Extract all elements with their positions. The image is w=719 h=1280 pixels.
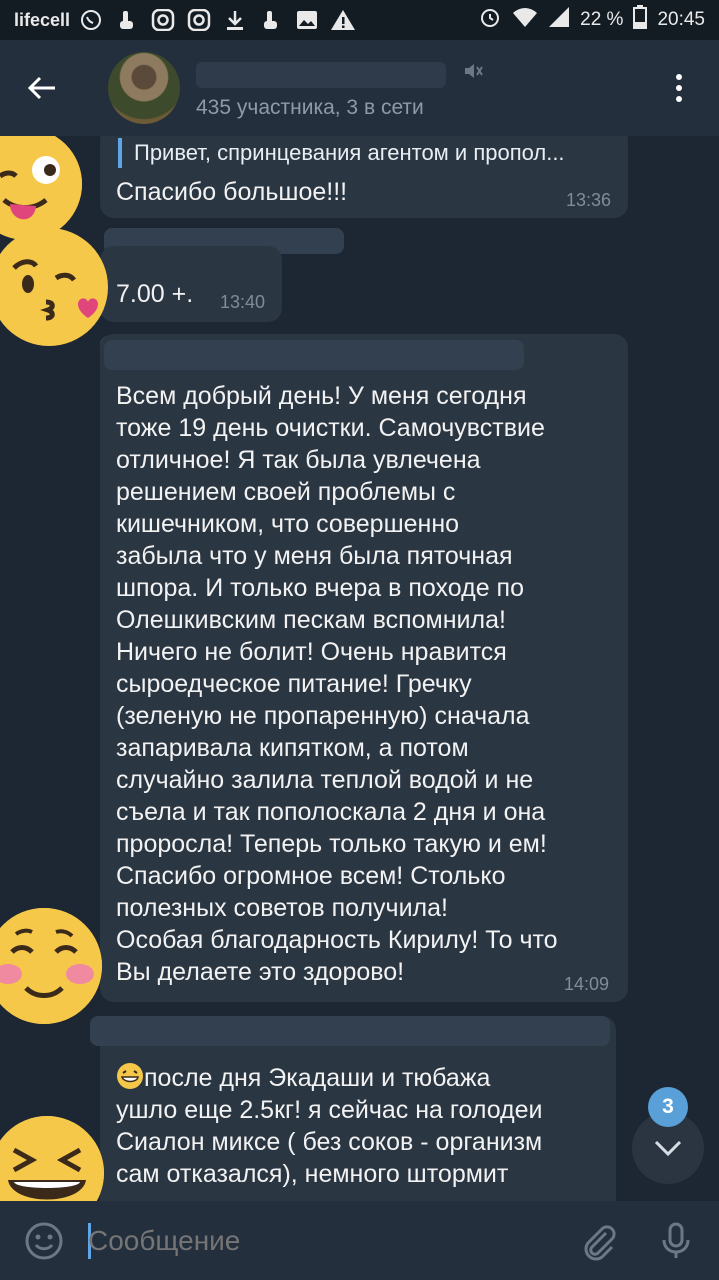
message-line: проросла! Теперь только такую и ем! bbox=[116, 830, 547, 858]
message-text: Спасибо большое!!! bbox=[116, 178, 348, 206]
message-time: 14:09 bbox=[564, 974, 610, 994]
attach-button[interactable] bbox=[576, 1219, 620, 1263]
instagram-icon-2 bbox=[186, 8, 212, 32]
reply-quote-text: Привет, спринцевания агентом и пропол... bbox=[134, 140, 565, 165]
message-line: забыла что у меня была пяточная bbox=[116, 542, 513, 570]
message-line: Спасибо огромное всем! Столько bbox=[116, 862, 506, 890]
message-line: Олешкивским пескам вспомнила! bbox=[116, 606, 506, 634]
message-line: Ничего не болит! Очень нравится bbox=[116, 638, 507, 666]
message-line: решением своей проблемы с bbox=[116, 478, 456, 506]
message-line: отличное! Я так была увлечена bbox=[116, 446, 481, 474]
mute-icon bbox=[462, 60, 484, 82]
chat-header: 435 участника, 3 в сети bbox=[0, 40, 719, 136]
message-line: полезных советов получила! bbox=[116, 894, 448, 922]
message-line: съела и так пополоскала 2 дня и она bbox=[116, 798, 546, 826]
grinning-emoji-icon bbox=[116, 1062, 144, 1090]
message-text: 7.00 +. bbox=[116, 280, 194, 308]
message-line: тоже 19 день очистки. Самочувствие bbox=[116, 414, 545, 442]
message-line: Сиалон миксе ( без соков - организм bbox=[116, 1128, 543, 1156]
message-line: шпора. И только вчера в походе по bbox=[116, 574, 524, 602]
more-dot-icon bbox=[676, 74, 682, 80]
message-line: после дня Экадаши и тюбажа bbox=[116, 1062, 616, 1094]
message-time: 13:36 bbox=[566, 190, 612, 210]
message-line-text: после дня Экадаши и тюбажа bbox=[144, 1064, 491, 1092]
unread-count-badge: 3 bbox=[648, 1087, 688, 1127]
wifi-icon bbox=[512, 6, 538, 34]
alarm-icon bbox=[478, 5, 502, 35]
chevron-down-icon bbox=[654, 1140, 682, 1157]
touch-icon-2 bbox=[258, 9, 284, 31]
sender-avatar-emoji[interactable] bbox=[0, 228, 108, 346]
sender-name-redacted bbox=[104, 340, 524, 370]
back-arrow-icon bbox=[27, 76, 55, 100]
message-input-bar bbox=[0, 1201, 719, 1280]
voice-record-button[interactable] bbox=[654, 1219, 698, 1263]
paperclip-icon bbox=[584, 1225, 616, 1261]
carrier-name: lifecell bbox=[14, 9, 71, 30]
reply-quote-bar bbox=[118, 138, 122, 168]
sender-avatar-emoji[interactable] bbox=[0, 908, 102, 1024]
blushing-smile-emoji-icon bbox=[0, 908, 102, 1024]
message-line: Всем добрый день! У меня сегодня bbox=[116, 382, 527, 410]
more-dot-icon bbox=[676, 96, 682, 102]
message-line: Вы делаете это здорово! bbox=[116, 958, 405, 986]
battery-percent: 22 % bbox=[580, 9, 624, 30]
message-list[interactable]: Привет, спринцевания агентом и пропол...… bbox=[0, 136, 719, 1201]
back-button[interactable] bbox=[22, 68, 62, 108]
message-line: сам отказался), немного штормит bbox=[116, 1160, 509, 1188]
battery-icon bbox=[633, 5, 648, 35]
sender-avatar-emoji[interactable] bbox=[0, 1116, 104, 1201]
kiss-wink-emoji-icon bbox=[0, 229, 107, 345]
message-line: (зеленую не пропаренную) сначала bbox=[116, 702, 530, 730]
instagram-icon bbox=[150, 8, 176, 32]
signal-icon bbox=[548, 6, 570, 34]
message-text-block: Всем добрый день! У меня сегодня тоже 19… bbox=[116, 380, 616, 988]
group-avatar[interactable] bbox=[108, 52, 180, 124]
more-menu-button[interactable] bbox=[666, 68, 692, 108]
microphone-icon bbox=[662, 1222, 690, 1258]
warning-icon bbox=[330, 9, 356, 31]
gallery-icon bbox=[294, 9, 320, 31]
more-dot-icon bbox=[676, 85, 682, 91]
message-time: 13:40 bbox=[220, 292, 266, 312]
emoji-button[interactable] bbox=[22, 1219, 66, 1263]
message-line: сыроедческое питание! Гречку bbox=[116, 670, 472, 698]
sender-avatar-emoji[interactable] bbox=[0, 136, 82, 240]
message-line: ушло еще 2.5кг! я сейчас на голодеи bbox=[116, 1096, 543, 1124]
group-title-redacted[interactable] bbox=[196, 62, 446, 88]
clock-time: 20:45 bbox=[657, 9, 705, 30]
message-line: кишечником, что совершенно bbox=[116, 510, 460, 538]
message-text-block: после дня Экадаши и тюбажа ушло еще 2.5к… bbox=[116, 1062, 616, 1190]
tongue-wink-emoji-icon bbox=[0, 136, 82, 240]
message-line: Особая благодарность Кирилу! То что bbox=[116, 926, 558, 954]
status-bar: lifecell 22 % 20:45 bbox=[0, 0, 719, 40]
touch-icon bbox=[114, 9, 140, 31]
laughing-emoji-icon bbox=[0, 1116, 104, 1201]
viber-icon bbox=[78, 9, 104, 31]
sender-name-redacted bbox=[90, 1016, 610, 1046]
message-line: запаривала кипятком, а потом bbox=[116, 734, 469, 762]
group-subtitle: 435 участника, 3 в сети bbox=[196, 96, 424, 119]
download-icon bbox=[222, 9, 248, 31]
smiley-icon bbox=[25, 1222, 63, 1260]
message-input[interactable] bbox=[88, 1219, 558, 1263]
message-line: случайно залила теплой водой и не bbox=[116, 766, 534, 794]
